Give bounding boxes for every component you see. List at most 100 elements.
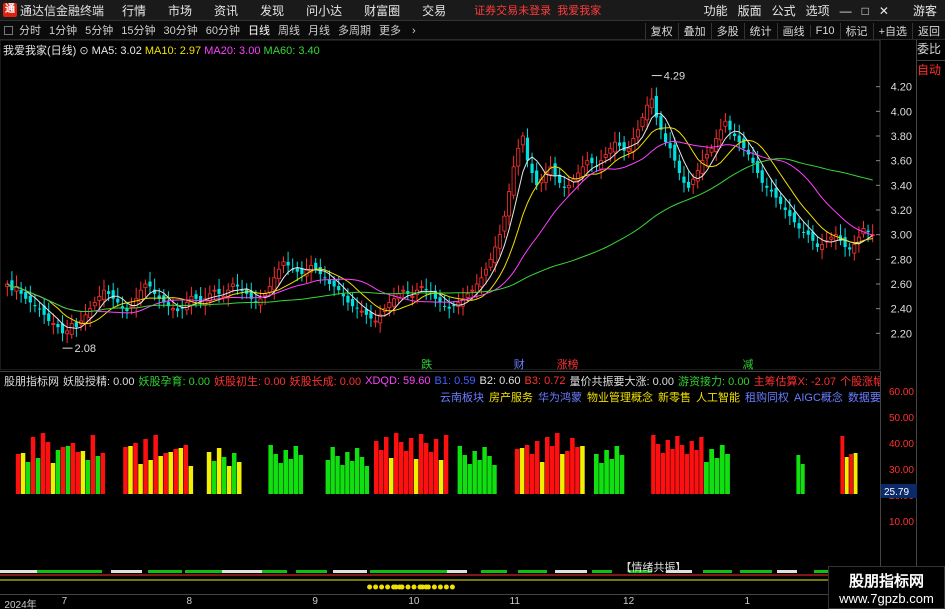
indicator-value: 股朋指标网 (4, 375, 59, 388)
indicator-bar (163, 453, 168, 494)
menu-item-market[interactable]: 市场 (168, 2, 192, 19)
menu-item-formula[interactable]: 公式 (772, 2, 796, 19)
indicator-chart-area[interactable]: 【情绪共振】 (0, 389, 880, 594)
indicator-bar (148, 460, 153, 494)
minimize-icon[interactable]: — (840, 4, 852, 18)
candle-body (332, 280, 336, 287)
collapse-icon[interactable] (4, 25, 13, 35)
indicator-bar (278, 463, 283, 494)
menu-item-options[interactable]: 选项 (806, 2, 830, 19)
indicator-value: B2: 0.60 (479, 374, 521, 387)
login-notice[interactable]: 证券交易未登录 我爱我家 (474, 2, 601, 18)
tab-period-30min[interactable]: 30分钟 (164, 22, 198, 38)
candle-body (673, 144, 677, 161)
indicator-bar (418, 434, 424, 494)
indicator-bar (236, 462, 242, 494)
indicator-bar (599, 463, 604, 494)
candle-body (866, 230, 870, 233)
indicator-bar (514, 449, 520, 494)
signal-dot (449, 584, 455, 590)
guest-label[interactable]: 游客 (913, 2, 937, 19)
menu-item-function[interactable]: 功能 (704, 2, 728, 19)
tool-add-watchlist-button[interactable]: +自选 (872, 22, 912, 39)
event-marker[interactable]: 减 (743, 358, 754, 371)
time-axis: 2024年 7 8 9 10 11 12 1 (0, 594, 916, 609)
menu-item-news[interactable]: 资讯 (214, 2, 238, 19)
candle-body (691, 178, 696, 185)
close-icon[interactable]: ✕ (879, 4, 889, 18)
candle-body (829, 236, 834, 240)
signal-dot (443, 584, 449, 590)
menu-item-wealth[interactable]: 财富圈 (364, 2, 400, 19)
tab-period-timeshare[interactable]: 分时 (19, 22, 41, 38)
tool-draw-button[interactable]: 画线 (776, 22, 810, 39)
maximize-icon[interactable]: □ (862, 4, 869, 18)
tab-period-monthly[interactable]: 月线 (308, 22, 330, 38)
candle-body (410, 295, 415, 298)
tab-period-more[interactable]: 更多 › (379, 22, 416, 38)
signal-mark (563, 570, 587, 573)
tab-period-multi[interactable]: 多周期 (338, 22, 371, 38)
tool-stats-button[interactable]: 统计 (743, 22, 777, 39)
menu-item-layout[interactable]: 版面 (738, 2, 762, 19)
tab-period-1min[interactable]: 1分钟 (49, 22, 77, 38)
indicator-bar (800, 464, 805, 494)
indicator-bar (20, 453, 26, 494)
price-tick-label: 2.40 (891, 304, 912, 316)
candle-body (603, 154, 608, 158)
indicator-bar-chart[interactable]: 【情绪共振】 (0, 389, 880, 594)
tool-overlay-button[interactable]: 叠加 (677, 22, 711, 39)
tab-period-15min[interactable]: 15分钟 (121, 22, 155, 38)
tool-mark-button[interactable]: 标记 (839, 22, 873, 39)
tab-period-weekly[interactable]: 周线 (278, 22, 300, 38)
watermark-title: 股朋指标网 (848, 573, 924, 590)
menu-item-trade[interactable]: 交易 (422, 2, 446, 19)
indicator-bar (719, 445, 725, 494)
indicator-bar (467, 464, 472, 494)
candle-body (663, 133, 668, 143)
candle-body (387, 302, 392, 309)
candle-body (240, 289, 244, 291)
time-axis-label: 10 (408, 596, 420, 607)
indicator-bar (714, 458, 720, 494)
candle-body (723, 120, 728, 127)
main-chart-area[interactable]: 4.20 4.00 3.80 3.60 3.40 3.20 3.00 2.80 2.60 2.40… (0, 39, 916, 371)
indicator-bar (188, 466, 194, 494)
indicator-bar (433, 439, 439, 494)
candle-body (74, 322, 78, 328)
menu-item-quotes[interactable]: 行情 (122, 2, 146, 19)
menu-item-ask[interactable]: 问小达 (306, 2, 342, 19)
trade-ticks: 自动交易10:1910:1910:1910:1910:1910:1910:191… (917, 60, 945, 78)
candlestick-chart[interactable]: 4.20 4.00 3.80 3.60 3.40 3.20 3.00 2.80 2.60 2.40… (0, 39, 916, 371)
candle-body (401, 289, 406, 292)
event-marker[interactable]: 财 (514, 357, 525, 371)
candle-body (359, 310, 364, 313)
settings-icon[interactable]: ⊙ (79, 45, 88, 57)
tab-period-5min[interactable]: 5分钟 (85, 22, 113, 38)
candle-body (649, 98, 654, 109)
tool-f10-button[interactable]: F10 (809, 24, 840, 37)
indicator-bar (70, 443, 76, 494)
event-marker[interactable]: 涨榜 (557, 357, 579, 371)
indicator-bar (211, 461, 217, 494)
auto-trade-label[interactable]: 自动 (917, 61, 945, 78)
candle-body (419, 286, 424, 288)
tool-back-button[interactable]: 返回 (912, 22, 945, 39)
event-marker[interactable]: 跌 (421, 357, 432, 371)
indicator-axis: 60.0050.0040.0030.0020.0010.0025.79 (880, 371, 917, 594)
indicator-bar (123, 447, 128, 494)
tab-period-daily[interactable]: 日线 (248, 22, 270, 38)
candle-body (802, 231, 806, 233)
candle-body (341, 293, 345, 297)
candle-body (682, 176, 686, 183)
tool-adjust-button[interactable]: 复权 (644, 22, 678, 39)
candle-body (788, 210, 792, 217)
candle-body (396, 293, 401, 300)
tab-period-60min[interactable]: 60分钟 (206, 22, 240, 38)
tool-multi-button[interactable]: 多股 (710, 22, 744, 39)
high-price-label: 4.29 (664, 71, 685, 83)
candle-body (553, 163, 557, 176)
indicator-bar (345, 452, 350, 494)
candle-body (286, 261, 290, 266)
menu-item-discover[interactable]: 发现 (260, 2, 284, 19)
